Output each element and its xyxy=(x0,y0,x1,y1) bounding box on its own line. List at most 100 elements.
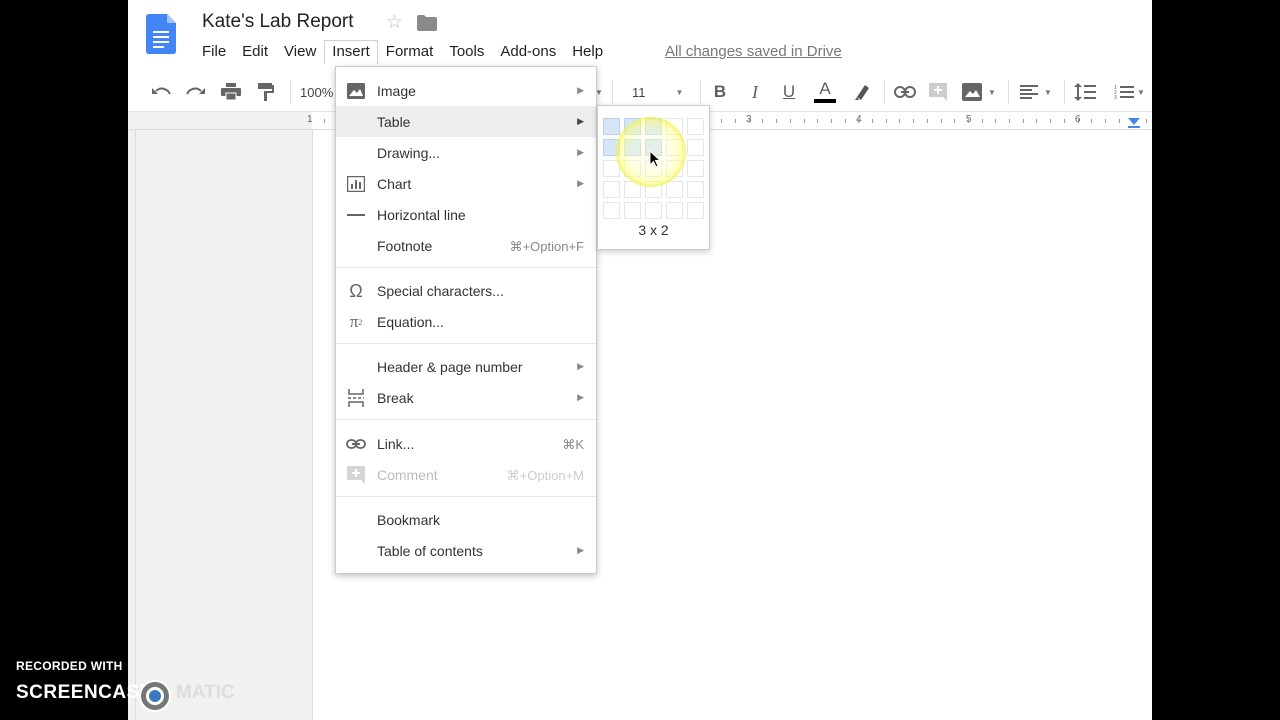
table-grid-cell[interactable] xyxy=(687,181,704,198)
insert-header-page-number-item[interactable]: Header & page number ▶ xyxy=(336,351,596,382)
paint-format-icon[interactable] xyxy=(254,80,278,104)
ruler-tick xyxy=(776,119,777,123)
italic-icon[interactable]: I xyxy=(745,80,765,104)
table-grid-cell[interactable] xyxy=(687,139,704,156)
ruler-tick xyxy=(1091,119,1092,123)
chart-icon xyxy=(346,175,366,193)
menu-item-label: Chart xyxy=(377,176,412,192)
table-grid-cell[interactable] xyxy=(666,181,683,198)
image-icon xyxy=(346,82,366,100)
submenu-arrow-icon: ▶ xyxy=(577,85,584,95)
table-grid-cell[interactable] xyxy=(624,202,641,219)
menu-item-label: Image xyxy=(377,83,416,99)
table-grid-cell[interactable] xyxy=(603,202,620,219)
print-icon[interactable] xyxy=(218,80,244,104)
document-title[interactable]: Kate's Lab Report xyxy=(202,11,354,33)
menu-item-label: Table xyxy=(377,114,411,130)
ruler-tick xyxy=(721,119,722,123)
font-size-select[interactable]: 11 ▼ xyxy=(632,80,692,104)
ruler-tick xyxy=(749,119,750,123)
numbered-list-icon[interactable]: 123 ▼ xyxy=(1114,80,1150,104)
insert-horizontal-line-item[interactable]: Horizontal line xyxy=(336,199,596,230)
menu-separator xyxy=(336,419,596,420)
star-icon[interactable]: ☆ xyxy=(386,11,403,34)
menu-edit[interactable]: Edit xyxy=(234,40,276,64)
ruler-tick xyxy=(1146,119,1147,123)
folder-icon[interactable] xyxy=(417,15,437,31)
menu-file[interactable]: File xyxy=(194,40,234,64)
ruler-tick xyxy=(1119,119,1120,123)
zoom-select[interactable]: 100% xyxy=(300,80,340,104)
docs-logo-icon[interactable] xyxy=(146,14,176,54)
table-grid-cell[interactable] xyxy=(645,202,662,219)
submenu-arrow-icon: ▶ xyxy=(577,147,584,157)
zoom-value: 100% xyxy=(300,84,334,100)
align-left-icon[interactable]: ▼ xyxy=(1016,80,1056,104)
ruler-tick xyxy=(1036,119,1037,123)
ruler-tick xyxy=(968,119,969,123)
insert-special-characters-item[interactable]: Ω Special characters... xyxy=(336,275,596,306)
line-spacing-icon[interactable] xyxy=(1072,80,1098,104)
svg-text:3: 3 xyxy=(1114,95,1117,100)
insert-chart-item[interactable]: Chart ▶ xyxy=(336,168,596,199)
ruler-tick xyxy=(735,119,736,123)
insert-image-icon[interactable]: ▼ xyxy=(959,80,999,104)
text-color-icon[interactable]: A xyxy=(813,80,837,104)
ruler-tick xyxy=(790,119,791,123)
menu-insert[interactable]: Insert xyxy=(324,40,378,64)
insert-equation-item[interactable]: π2 Equation... xyxy=(336,306,596,337)
ruler-tick xyxy=(927,119,928,123)
insert-image-item[interactable]: Image ▶ xyxy=(336,75,596,106)
table-grid-cell[interactable] xyxy=(666,202,683,219)
google-docs-window: Kate's Lab Report ☆ File Edit View Inser… xyxy=(128,0,1152,720)
page-gutter xyxy=(128,130,312,720)
insert-link-item[interactable]: Link... ⌘K xyxy=(336,428,596,459)
insert-comment-item: Comment ⌘+Option+M xyxy=(336,459,596,490)
table-grid-cell[interactable] xyxy=(687,118,704,135)
insert-break-item[interactable]: Break ▶ xyxy=(336,382,596,413)
submenu-arrow-icon: ▶ xyxy=(577,116,584,126)
menu-addons[interactable]: Add-ons xyxy=(492,40,564,64)
ruler-tick xyxy=(982,119,983,123)
insert-table-of-contents-item[interactable]: Table of contents ▶ xyxy=(336,535,596,566)
comment-icon xyxy=(346,466,366,484)
insert-drawing-item[interactable]: Drawing... ▶ xyxy=(336,137,596,168)
undo-icon[interactable] xyxy=(148,80,174,104)
bold-icon[interactable]: B xyxy=(710,80,730,104)
redo-icon[interactable] xyxy=(183,80,209,104)
menu-help[interactable]: Help xyxy=(564,40,611,64)
ruler-tick xyxy=(1023,119,1024,123)
ruler-tick xyxy=(941,119,942,123)
table-grid-cell[interactable] xyxy=(603,181,620,198)
insert-footnote-item[interactable]: Footnote ⌘+Option+F xyxy=(336,230,596,261)
menu-view[interactable]: View xyxy=(276,40,324,64)
menu-tools[interactable]: Tools xyxy=(441,40,492,64)
save-status-link[interactable]: All changes saved in Drive xyxy=(665,43,842,60)
highlight-pen-icon[interactable] xyxy=(850,80,874,104)
chevron-down-icon: ▼ xyxy=(675,87,684,97)
insert-bookmark-item[interactable]: Bookmark xyxy=(336,504,596,535)
header: Kate's Lab Report ☆ File Edit View Inser… xyxy=(128,0,1152,72)
menu-item-shortcut: ⌘K xyxy=(562,437,584,452)
watermark-brand-right: MATIC xyxy=(176,682,235,703)
horizontal-line-icon xyxy=(346,206,366,224)
table-grid-cell[interactable] xyxy=(687,160,704,177)
right-indent-marker-icon[interactable] xyxy=(1128,118,1140,128)
watermark-brand-left: SCREENCAST xyxy=(16,682,152,703)
menu-format[interactable]: Format xyxy=(378,40,442,64)
watermark-brand: SCREENCAST MATIC xyxy=(16,679,246,712)
menu-item-label: Footnote xyxy=(377,238,433,254)
ruler-tick xyxy=(1050,119,1051,123)
omega-icon: Ω xyxy=(349,280,363,301)
menu-item-label: Drawing... xyxy=(377,145,441,161)
screencast-o-matic-watermark: RECORDED WITH SCREENCAST MATIC xyxy=(16,659,235,712)
vertical-ruler[interactable] xyxy=(128,130,136,720)
add-comment-icon[interactable] xyxy=(927,80,949,104)
table-grid-cell[interactable] xyxy=(687,202,704,219)
ruler-tick xyxy=(1064,119,1065,123)
table-grid-cell[interactable] xyxy=(603,118,620,135)
link-icon[interactable] xyxy=(892,80,918,104)
ruler-tick xyxy=(1078,119,1079,123)
underline-icon[interactable]: U xyxy=(779,80,799,104)
insert-table-item[interactable]: Table ▶ xyxy=(336,106,596,137)
